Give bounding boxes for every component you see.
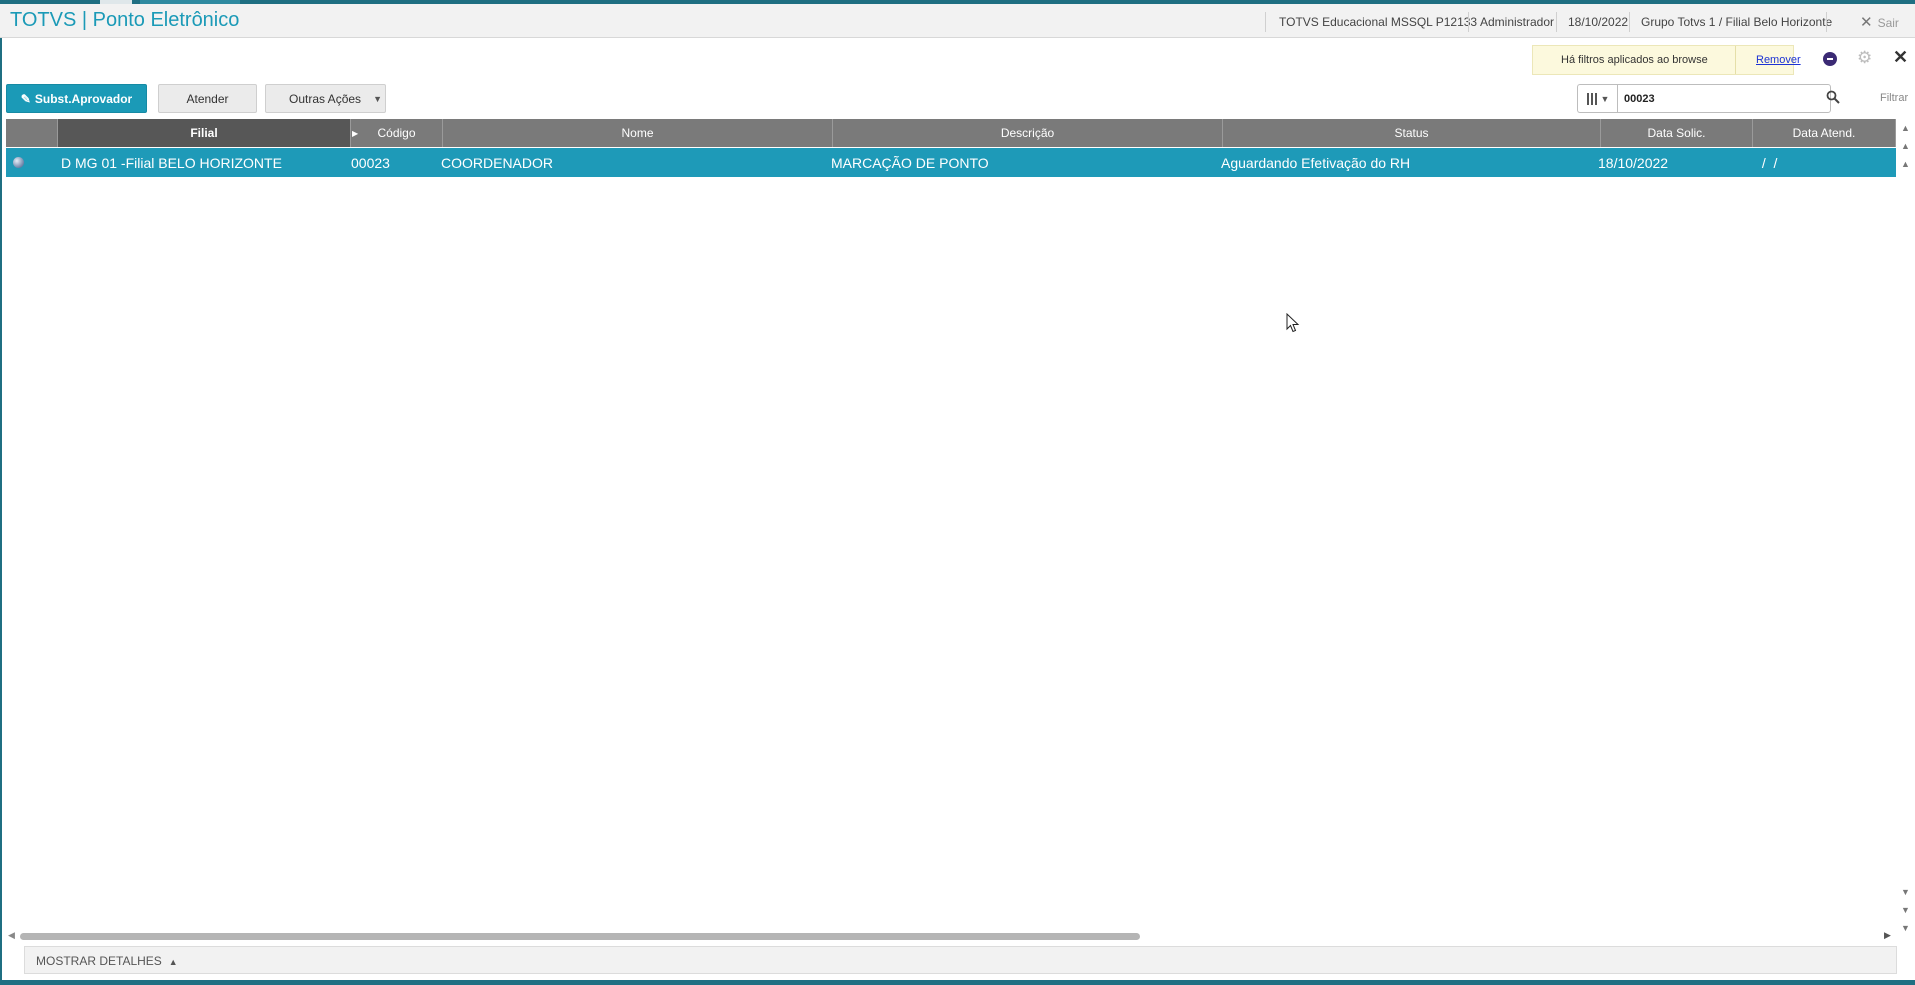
cell-status: Aguardando Efetivação do RH xyxy=(1221,154,1411,171)
minus-circle-icon[interactable] xyxy=(1823,52,1837,66)
header-divider xyxy=(1265,12,1266,32)
user-info: Administrador xyxy=(1480,15,1555,29)
close-icon: ✕ xyxy=(1860,14,1873,31)
filter-button[interactable]: Filtrar xyxy=(1880,92,1908,104)
scroll-top-icon[interactable]: ▲ xyxy=(1901,123,1910,133)
column-header-descricao[interactable]: Descrição xyxy=(833,119,1223,147)
caret-up-icon: ▲ xyxy=(168,957,178,967)
mouse-pointer-icon xyxy=(1286,313,1300,333)
caret-down-icon: ▼ xyxy=(1600,93,1610,104)
logout-button[interactable]: ✕ Sair xyxy=(1860,13,1899,31)
scroll-right-icon[interactable]: ▶ xyxy=(1884,930,1891,941)
scroll-up-icon[interactable]: ▲ xyxy=(1901,159,1910,169)
header-divider xyxy=(1629,12,1630,32)
header-divider xyxy=(1556,12,1557,32)
details-footer: MOSTRAR DETALHES ▲ xyxy=(24,946,1897,974)
grid-header: Filial ▶ Código Nome Descrição Status Da… xyxy=(6,119,1896,147)
column-header-nome[interactable]: Nome xyxy=(443,119,833,147)
show-details-label: MOSTRAR DETALHES xyxy=(36,954,162,968)
search-input[interactable] xyxy=(1617,84,1831,113)
table-row[interactable]: D MG 01 -Filial BELO HORIZONTE 00023 COO… xyxy=(6,148,1896,177)
caret-down-icon: ▼ xyxy=(373,94,382,104)
company-info: Grupo Totvs 1 / Filial Belo Horizonte xyxy=(1641,15,1833,29)
close-icon[interactable]: ✕ xyxy=(1893,47,1908,68)
app-title: TOTVS | Ponto Eletrônico xyxy=(10,9,240,31)
scroll-bottom-icon[interactable]: ▼ xyxy=(1901,923,1910,933)
scroll-down-icon[interactable]: ▼ xyxy=(1901,887,1910,897)
subst-aprovador-label: Subst.Aprovador xyxy=(34,91,133,106)
search-icon[interactable] xyxy=(1826,90,1840,109)
logout-label: Sair xyxy=(1877,16,1899,30)
cell-descricao: MARCAÇÃO DE PONTO xyxy=(831,154,989,171)
pencil-icon: ✎ xyxy=(20,91,31,106)
date-info: 18/10/2022 xyxy=(1568,15,1629,29)
browse-grid: Filial ▶ Código Nome Descrição Status Da… xyxy=(6,119,1896,929)
column-selector-button[interactable]: ▼ xyxy=(1577,84,1618,113)
cell-nome: COORDENADOR xyxy=(441,154,554,171)
environment-info: TOTVS Educacional MSSQL P12133 xyxy=(1279,15,1478,29)
scroll-left-icon[interactable]: ◀ xyxy=(8,930,15,941)
column-header-filial[interactable]: Filial xyxy=(58,119,351,147)
header-divider xyxy=(1468,12,1469,32)
notice-divider xyxy=(1735,46,1736,74)
scrollbar-thumb[interactable] xyxy=(20,933,1140,940)
scroll-page-up-icon[interactable]: ▲ xyxy=(1901,141,1910,151)
show-details-button[interactable]: MOSTRAR DETALHES ▲ xyxy=(36,954,178,968)
app-header: TOTVS | Ponto Eletrônico TOTVS Educacion… xyxy=(0,4,1915,38)
window-border xyxy=(0,38,2,980)
column-header-data-solic[interactable]: Data Solic. xyxy=(1601,119,1753,147)
columns-icon xyxy=(1586,92,1597,105)
column-header-data-atend[interactable]: Data Atend. xyxy=(1753,119,1896,147)
atender-button[interactable]: Atender xyxy=(158,84,257,113)
column-header-codigo[interactable]: Código xyxy=(351,119,443,147)
filter-notice-text: Há filtros aplicados ao browse xyxy=(1561,54,1708,66)
horizontal-scrollbar[interactable]: ◀ ▶ xyxy=(6,928,1896,944)
cell-codigo: 00023 xyxy=(351,154,390,171)
atender-label: Atender xyxy=(186,91,229,106)
filter-notice: Há filtros aplicados ao browse Remover xyxy=(1532,45,1801,75)
cell-data-solic: 18/10/2022 xyxy=(1598,154,1669,171)
outras-acoes-button[interactable]: Outras Ações ▼ xyxy=(265,84,386,113)
subst-aprovador-button[interactable]: ✎ Subst.Aprovador xyxy=(6,84,147,113)
cell-filial: D MG 01 -Filial BELO HORIZONTE xyxy=(61,154,282,171)
scroll-page-down-icon[interactable]: ▼ xyxy=(1901,905,1910,915)
column-header-status[interactable]: Status xyxy=(1223,119,1601,147)
remove-filter-link[interactable]: Remover xyxy=(1756,54,1801,66)
window-bottom-border xyxy=(0,980,1915,985)
vertical-scrollbar[interactable]: ▲ ▲ ▲ ▼ ▼ ▼ xyxy=(1897,119,1915,939)
status-legend-icon[interactable] xyxy=(13,157,24,168)
cell-data-atend: / / xyxy=(1758,154,1778,171)
header-divider xyxy=(1826,12,1827,32)
outras-acoes-label: Outras Ações xyxy=(289,91,362,106)
app-window: TOTVS | Ponto Eletrônico TOTVS Educacion… xyxy=(0,0,1915,985)
gear-icon[interactable]: ⚙ xyxy=(1857,48,1872,68)
legend-column-header[interactable] xyxy=(6,119,58,147)
